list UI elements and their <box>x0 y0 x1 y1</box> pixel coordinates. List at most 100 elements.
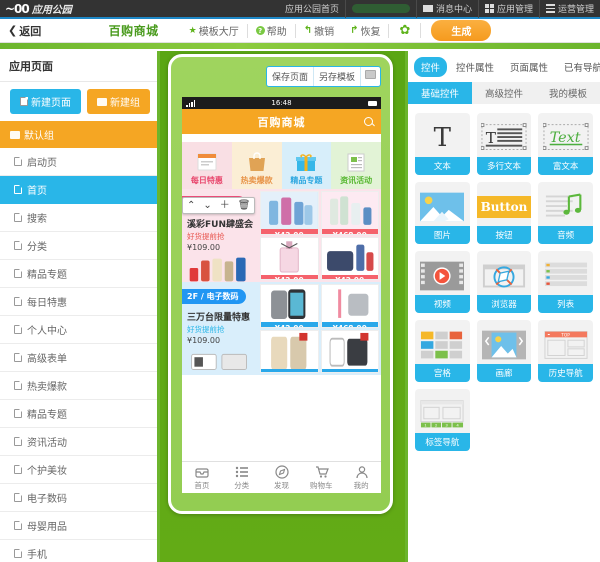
sidebar-item-category[interactable]: 分类 <box>0 232 157 260</box>
sidebar-item-splash[interactable]: 启动页 <box>0 148 157 176</box>
product-card[interactable]: ¥42.00 <box>260 284 319 328</box>
component-gallery[interactable]: 画廊 <box>476 320 532 382</box>
template-hall-button[interactable]: ★ 模板大厅 <box>181 23 248 38</box>
redo-button[interactable]: ↱ 恢复 <box>342 23 390 38</box>
plus-icon[interactable]: ＋ <box>218 199 232 212</box>
save-page-button[interactable]: 保存页面 <box>267 67 314 86</box>
product-card[interactable] <box>320 329 379 373</box>
component-button[interactable]: Button 按钮 <box>476 182 532 244</box>
sidebar-item-premium-topic[interactable]: 精品专题 <box>0 260 157 288</box>
gear-icon[interactable]: ✿ <box>389 23 422 38</box>
sidebar-item-profile[interactable]: 个人中心 <box>0 316 157 344</box>
tab-components[interactable]: 控件 <box>414 57 448 77</box>
subtab-basic[interactable]: 基础控件 <box>408 82 472 104</box>
category-icon <box>235 465 249 478</box>
component-multiline-text[interactable]: T 多行文本 <box>476 113 532 175</box>
product-card[interactable]: ¥468.00 <box>320 284 379 328</box>
page-icon <box>20 97 28 106</box>
sidebar-item-advanced-form[interactable]: 高级表单 <box>0 344 157 372</box>
component-image[interactable]: 图片 <box>415 182 470 244</box>
tab-component-properties[interactable]: 控件属性 <box>449 57 501 77</box>
top-link-messages[interactable]: 消息中心 <box>415 0 478 18</box>
sidebar-item-baby[interactable]: 母婴用品 <box>0 512 157 540</box>
floor-2-tag: 2F / 电子数码 <box>182 289 246 304</box>
tab-existing-nav[interactable]: 已有导航 <box>557 57 600 77</box>
help-button[interactable]: ? 帮助 <box>248 23 296 38</box>
text-icon: T <box>433 123 451 153</box>
component-browser[interactable]: 浏览器 <box>476 251 532 313</box>
sidebar-item-premium-topic-2[interactable]: 精品专题 <box>0 400 157 428</box>
category-shortcuts[interactable]: 每日特惠 热卖爆款 精品专题 资讯活动 <box>182 142 381 189</box>
component-tab-nav[interactable]: 1234 标签导航 <box>415 389 470 451</box>
app-title: 百购商城 <box>108 24 159 38</box>
new-group-button[interactable]: 新建组 <box>87 89 150 114</box>
component-video[interactable]: 视频 <box>415 251 470 313</box>
sidebar-item-beauty[interactable]: 个护美妆 <box>0 456 157 484</box>
product-card[interactable]: ¥42.00 <box>260 191 319 235</box>
sidebar-title: 应用页面 <box>0 51 157 82</box>
subtab-my-templates[interactable]: 我的模板 <box>536 82 600 104</box>
undo-button[interactable]: ↰ 撤销 <box>296 24 342 38</box>
product-card[interactable]: ¥468.00 <box>320 191 379 235</box>
top-link-home[interactable]: 应用公园首页 <box>279 0 345 18</box>
component-list[interactable]: 列表 <box>538 251 593 313</box>
sidebar-item-home[interactable]: 首页 <box>0 176 157 204</box>
new-group-label: 新建组 <box>110 98 140 109</box>
sidebar-item-digital[interactable]: 电子数码 <box>0 484 157 512</box>
chevron-up-icon[interactable]: ⌃ <box>185 199 197 212</box>
category-daily-deal[interactable]: 每日特惠 <box>182 142 232 189</box>
category-premium-topic[interactable]: 精品专题 <box>281 142 332 189</box>
page-icon <box>14 325 22 334</box>
sidebar-item-search[interactable]: 搜索 <box>0 204 157 232</box>
preview-button[interactable] <box>361 67 380 86</box>
sidebar-group-default[interactable]: 默认组 <box>0 121 157 148</box>
floor-2-info: 2F / 电子数码 三万台限量特惠 好货提前抢 ¥109.00 <box>182 282 258 375</box>
product-card[interactable] <box>260 329 319 373</box>
component-audio[interactable]: 音频 <box>538 182 593 244</box>
trash-icon[interactable]: 🗑 <box>236 199 253 212</box>
top-link-operation[interactable]: 运营管理 <box>538 0 600 18</box>
product-card[interactable]: ¥42.00 <box>320 236 379 280</box>
main-area: 应用页面 新建页面 新建组 默认组 启动页 首页 搜索 分类 精品专题 每日特惠… <box>0 51 600 562</box>
chevron-down-icon[interactable]: ⌄ <box>201 199 213 212</box>
sidebar-item-news-activity[interactable]: 资讯活动 <box>0 428 157 456</box>
phone-tab-category[interactable]: 分类 <box>222 462 262 493</box>
component-grid-cell[interactable]: 宫格 <box>415 320 470 382</box>
top-user-field[interactable] <box>344 0 416 18</box>
new-page-button[interactable]: 新建页面 <box>10 89 81 114</box>
floor-2-title: 三万台限量特惠 <box>187 313 251 323</box>
component-history-nav[interactable]: TOP 历史导航 <box>538 320 593 382</box>
tab-label: 购物车 <box>310 480 333 490</box>
sidebar-item-daily-deal[interactable]: 每日特惠 <box>0 288 157 316</box>
category-news-activity[interactable]: 资讯活动 <box>331 142 381 189</box>
category-label: 精品专题 <box>290 176 323 185</box>
floor-1-products: ¥42.00 ¥468.00 <box>258 189 381 282</box>
audio-icon <box>542 188 589 226</box>
rich-text-icon: Text <box>542 119 589 157</box>
generate-button[interactable]: 生成 <box>431 20 492 41</box>
subtab-advanced[interactable]: 高级控件 <box>472 82 536 104</box>
phone-tab-discover[interactable]: 发现 <box>262 462 302 493</box>
phone-tab-mine[interactable]: 我的 <box>341 462 381 493</box>
tab-page-properties[interactable]: 页面属性 <box>503 57 555 77</box>
component-text[interactable]: T 文本 <box>415 113 470 175</box>
product-price: ¥42.00 <box>321 274 378 280</box>
top-link-app-manage[interactable]: 应用管理 <box>477 0 539 18</box>
sidebar-item-hot-sale[interactable]: 热卖爆款 <box>0 372 157 400</box>
component-rich-text[interactable]: Text 富文本 <box>538 113 593 175</box>
phone-tab-cart[interactable]: 购物车 <box>301 462 341 493</box>
save-template-button[interactable]: 另存模板 <box>314 67 361 86</box>
search-icon[interactable] <box>364 117 373 126</box>
new-page-label: 新建页面 <box>31 98 71 109</box>
category-label: 每日特惠 <box>190 176 223 185</box>
site-logo[interactable]: ~00 应用公园 <box>0 1 72 17</box>
logo-mark: ~00 <box>5 1 30 16</box>
component-label: 画廊 <box>476 364 532 382</box>
phone-tab-home[interactable]: 首页 <box>182 462 222 493</box>
category-hot-sale[interactable]: 热卖爆款 <box>231 142 282 189</box>
page-icon <box>14 213 22 222</box>
floor-section-2: 2F / 电子数码 三万台限量特惠 好货提前抢 ¥109.00 <box>182 282 381 375</box>
product-card[interactable]: ¥42.00 <box>260 236 319 280</box>
sidebar-item-phone[interactable]: 手机 <box>0 540 157 562</box>
undo-icon: ↰ <box>303 25 313 36</box>
